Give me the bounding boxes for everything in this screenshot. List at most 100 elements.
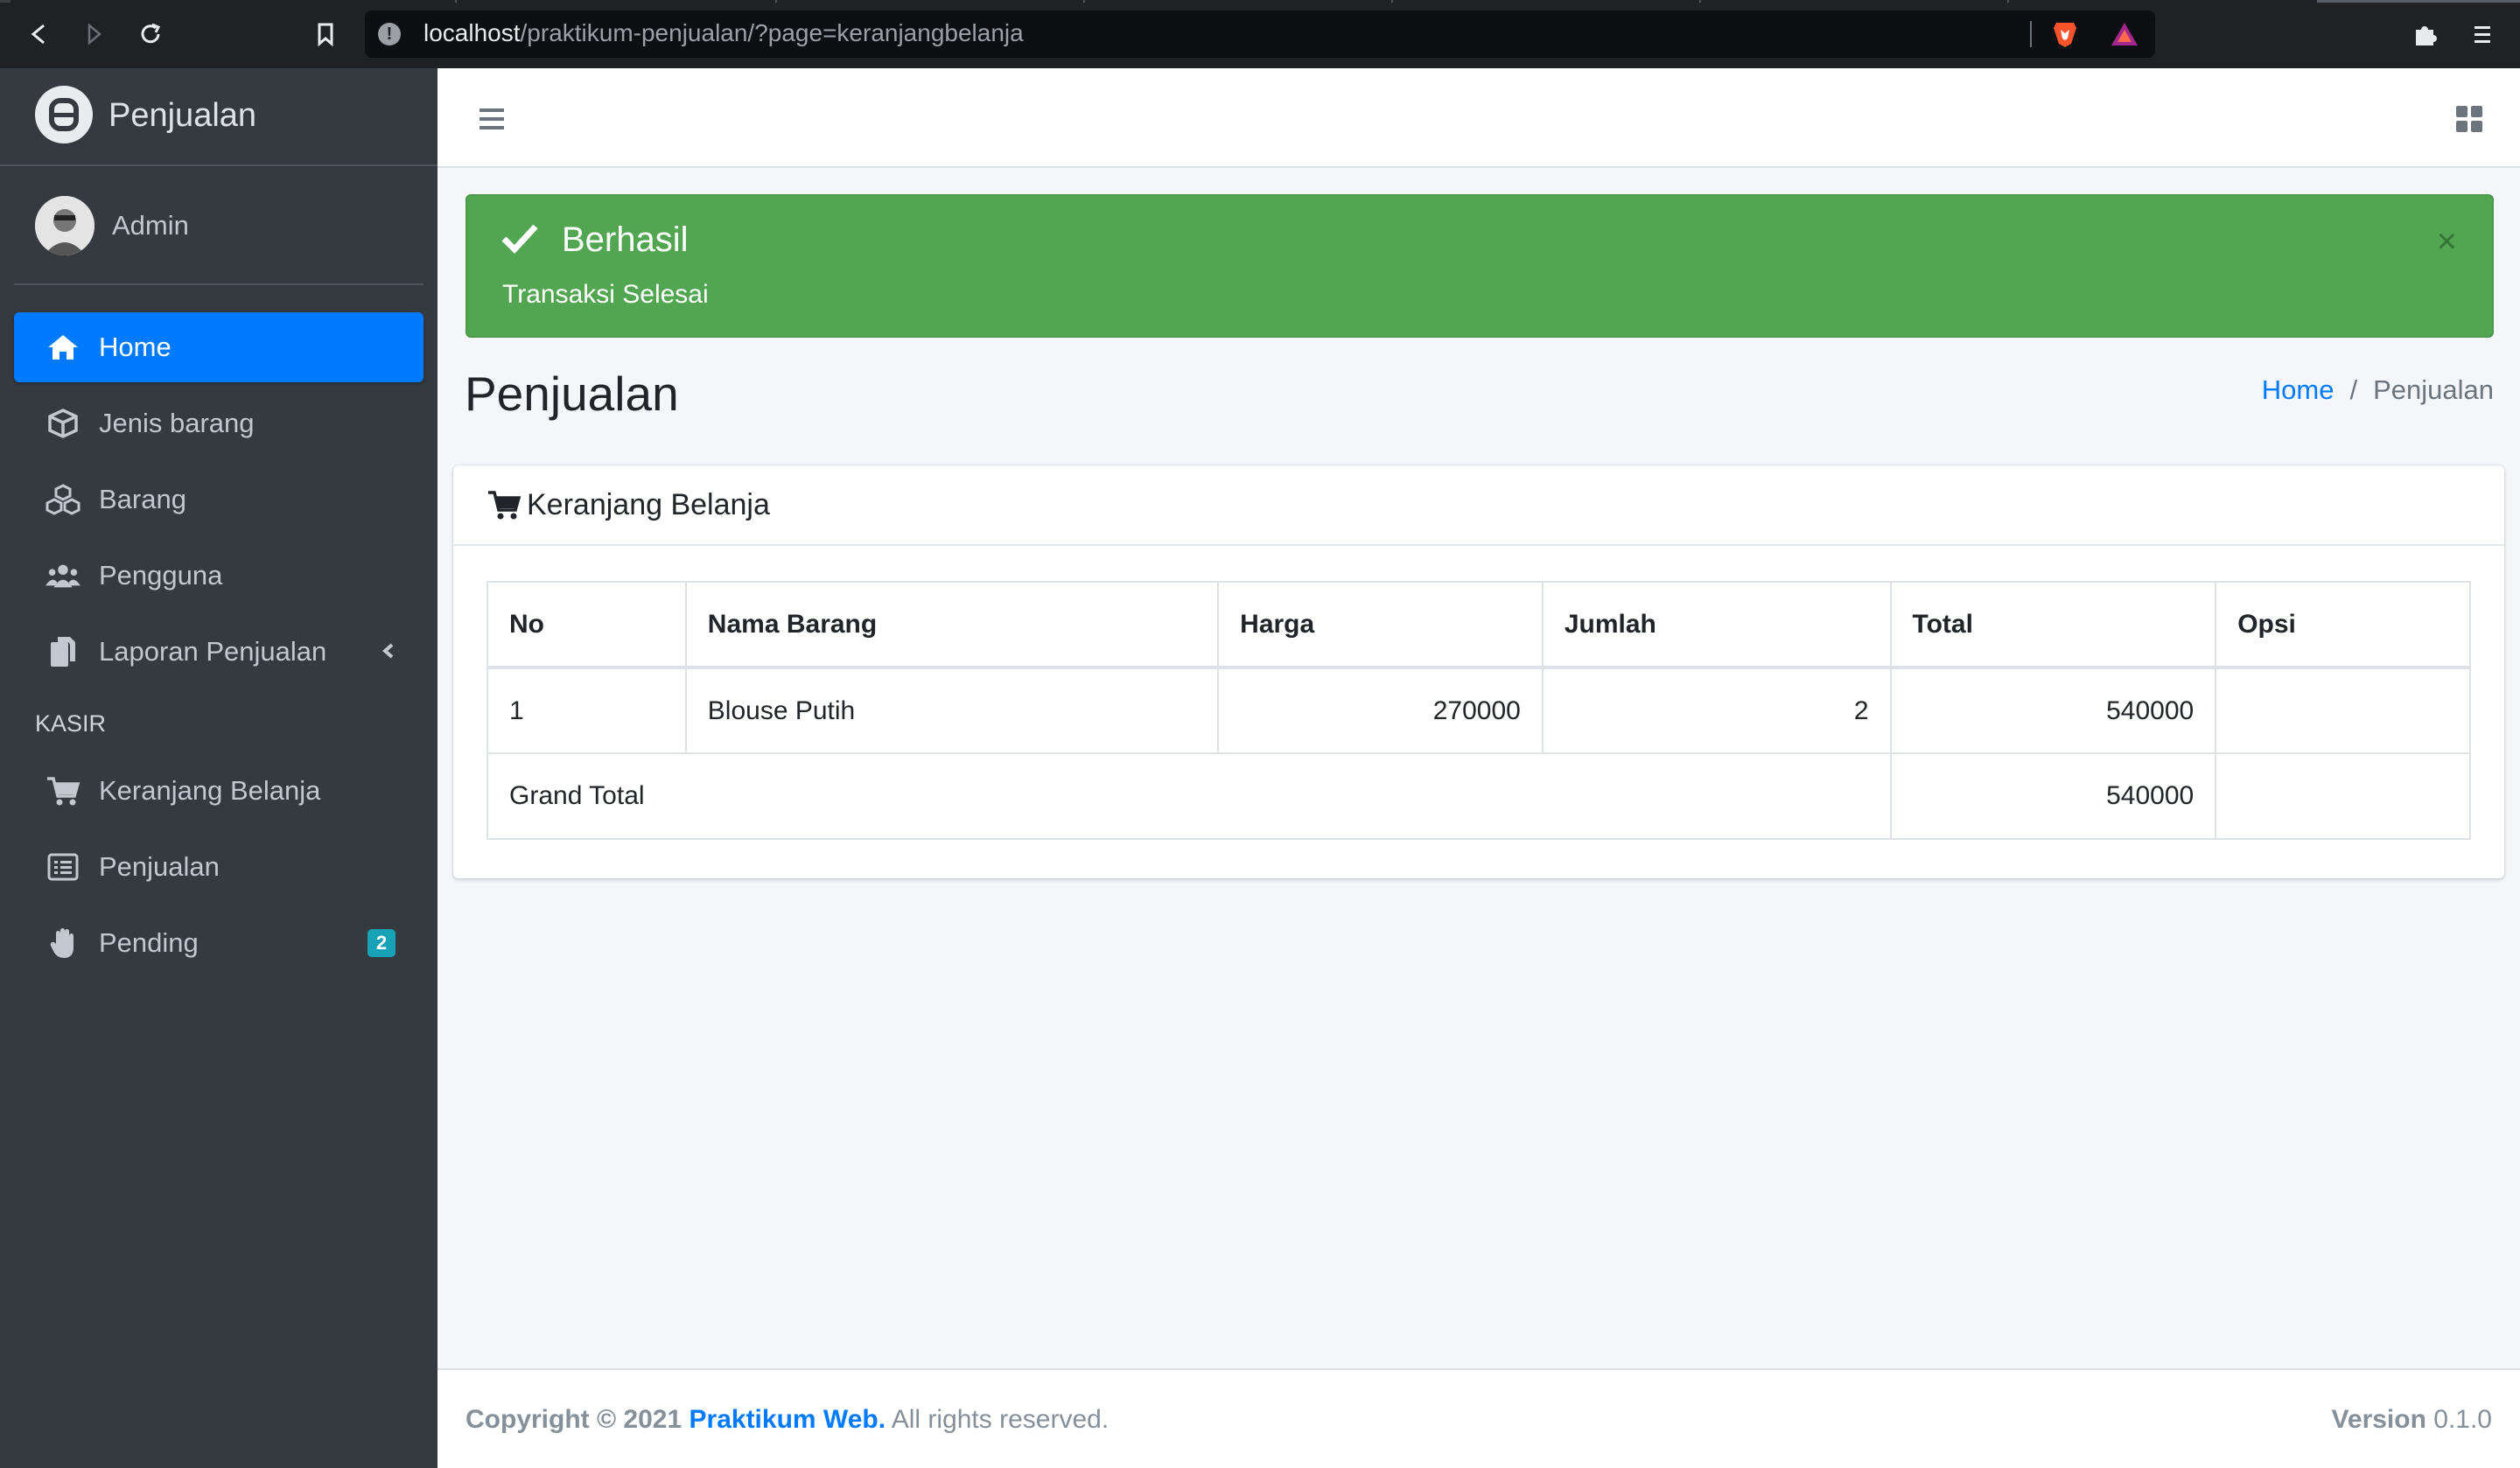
back-icon: [31, 24, 45, 45]
menu-button[interactable]: [2464, 17, 2499, 52]
main-header: [438, 68, 2520, 168]
cell-opsi: [2215, 667, 2471, 754]
avatar[interactable]: [35, 196, 94, 255]
cart-card: Keranjang Belanja No Nama Barang Harga J…: [453, 465, 2504, 878]
pending-count-badge: 2: [368, 929, 396, 957]
back-button[interactable]: [21, 17, 56, 52]
breadcrumb-separator: /: [2349, 374, 2358, 405]
cell-nama-barang: Blouse Putih: [684, 667, 1220, 754]
sidebar-item-label: Barang: [99, 484, 186, 514]
column-header-nama-barang: Nama Barang: [684, 581, 1220, 669]
sidebar-item-pending[interactable]: Pending 2: [14, 908, 424, 978]
grand-total-value: 540000: [1889, 752, 2217, 840]
cell-harga: 270000: [1217, 667, 1544, 754]
url-text[interactable]: localhost/praktikum-penjualan/?page=kera…: [424, 19, 1024, 47]
cell-total: 540000: [1889, 667, 2217, 754]
alert-close-button[interactable]: ×: [2437, 222, 2457, 262]
copyright-text: Copyright © 2021: [466, 1405, 682, 1434]
reload-icon: [141, 23, 161, 44]
url-divider: [2030, 21, 2032, 47]
column-header-jumlah: Jumlah: [1541, 581, 1892, 669]
table-header-row: No Nama Barang Harga Jumlah Total Opsi: [486, 581, 2471, 669]
bookmark-button[interactable]: [308, 17, 343, 52]
cart-table: No Nama Barang Harga Jumlah Total Opsi 1…: [486, 581, 2471, 840]
home-icon: [46, 332, 80, 363]
th-large-icon: [2456, 106, 2482, 132]
page-title: Penjualan: [465, 367, 679, 421]
brave-shield-button[interactable]: [2048, 17, 2082, 52]
alert-title: Berhasil: [562, 220, 689, 259]
user-name[interactable]: Admin: [112, 210, 189, 241]
column-header-no: No: [486, 581, 687, 669]
sidebar-item-label: Laporan Penjualan: [99, 636, 327, 667]
grand-total-opsi: [2215, 752, 2471, 840]
sidebar: Penjualan Admin Home Jenis barang Barang…: [0, 68, 438, 1468]
brave-lion-icon: [2054, 23, 2076, 47]
cart-icon: [46, 775, 80, 807]
bookmark-icon: [318, 23, 333, 46]
copyright: Copyright © 2021 Praktikum Web. All righ…: [466, 1405, 1109, 1435]
main-footer: Copyright © 2021 Praktikum Web. All righ…: [438, 1368, 2520, 1468]
bars-icon: [480, 108, 504, 129]
sidebar-item-label: Pengguna: [99, 560, 223, 591]
rights-text: All rights reserved.: [891, 1405, 1110, 1434]
version-info: Version 0.1.0: [2332, 1405, 2492, 1435]
menu-icon: [2474, 26, 2490, 43]
success-alert: Berhasil Transaksi Selesai ×: [466, 194, 2494, 338]
tab-strip: [0, 0, 2520, 3]
sidebar-item-label: Penjualan: [99, 851, 220, 882]
forward-icon: [88, 23, 102, 45]
card-header: Keranjang Belanja: [453, 465, 2504, 546]
sidebar-item-label: Keranjang Belanja: [99, 775, 321, 806]
brand-text: Penjualan: [108, 97, 257, 134]
sidebar-item-label: Pending: [99, 927, 199, 958]
puzzle-icon: [2416, 26, 2437, 45]
brave-rewards-button[interactable]: [2107, 17, 2142, 52]
forward-button[interactable]: [77, 17, 112, 52]
sidebar-item-barang[interactable]: Barang: [14, 465, 424, 535]
nav-header-kasir: KASIR: [35, 710, 107, 737]
brand-logo: [35, 86, 93, 143]
user-photo: [35, 196, 94, 255]
brand-link[interactable]: Penjualan: [0, 68, 438, 166]
extensions-button[interactable]: [2408, 17, 2443, 52]
browser-toolbar: ! localhost/praktikum-penjualan/?page=ke…: [0, 0, 2520, 68]
control-sidebar-button[interactable]: [2454, 103, 2485, 135]
breadcrumb-current: Penjualan: [2373, 374, 2494, 405]
sidebar-item-laporan-penjualan[interactable]: Laporan Penjualan: [14, 617, 424, 687]
grand-total-row: Grand Total 540000: [486, 752, 2471, 840]
card-title: Keranjang Belanja: [527, 488, 770, 521]
sidebar-item-penjualan[interactable]: Penjualan: [14, 832, 424, 902]
breadcrumb-home-link[interactable]: Home: [2262, 374, 2334, 405]
column-header-opsi: Opsi: [2215, 581, 2471, 669]
user-panel: Admin: [14, 166, 424, 285]
cart-icon: [486, 488, 522, 526]
breadcrumb: Home / Penjualan: [2262, 374, 2494, 406]
copy-icon: [46, 636, 80, 668]
rewards-triangle-icon: [2111, 23, 2138, 45]
sidebar-toggle-button[interactable]: [476, 103, 508, 135]
sidebar-item-label: Home: [99, 332, 172, 362]
table-row: 1 Blouse Putih 270000 2 540000: [486, 667, 2471, 754]
version-value: 0.1.0: [2433, 1405, 2492, 1434]
chevron-left-icon: [380, 636, 397, 673]
sidebar-item-keranjang-belanja[interactable]: Keranjang Belanja: [14, 756, 424, 826]
hand-icon: [46, 927, 80, 959]
list-icon: [46, 851, 80, 883]
reload-button[interactable]: [133, 17, 168, 52]
sidebar-item-label: Jenis barang: [99, 408, 255, 438]
cell-jumlah: 2: [1541, 667, 1892, 754]
grand-total-label: Grand Total: [486, 752, 1892, 840]
sidebar-item-pengguna[interactable]: Pengguna: [14, 541, 424, 611]
users-icon: [46, 560, 80, 591]
sidebar-item-jenis-barang[interactable]: Jenis barang: [14, 388, 424, 458]
box-icon: [46, 408, 80, 439]
app-logo-icon: [49, 98, 79, 131]
info-icon[interactable]: !: [378, 23, 401, 45]
column-header-harga: Harga: [1217, 581, 1544, 669]
alert-message: Transaksi Selesai: [502, 280, 709, 309]
version-label: Version: [2331, 1405, 2426, 1434]
sidebar-item-home[interactable]: Home: [14, 312, 424, 382]
footer-brand-link[interactable]: Praktikum Web.: [690, 1405, 886, 1434]
boxes-icon: [46, 484, 80, 515]
